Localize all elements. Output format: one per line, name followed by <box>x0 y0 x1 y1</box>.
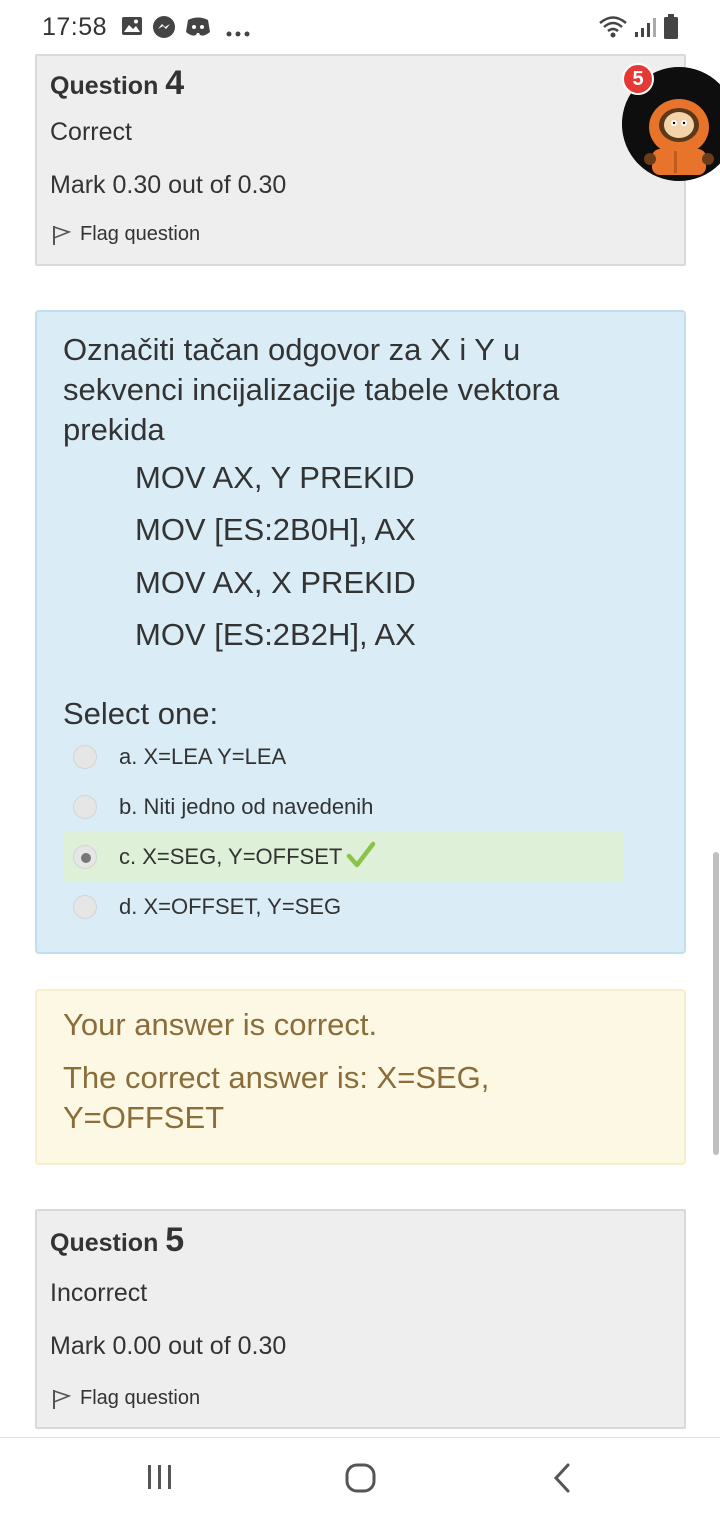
question-content: Označiti tačan odgovor za X i Y u sekven… <box>35 310 686 954</box>
messenger-icon <box>152 15 176 44</box>
question-title-prefix: Question <box>50 1229 159 1257</box>
recents-icon[interactable] <box>146 1462 174 1497</box>
option-label: b. Niti jedno od navedenih <box>119 794 374 819</box>
flag-icon <box>53 225 72 245</box>
radio-button[interactable] <box>73 845 97 869</box>
correct-answer-line: Y=OFFSET <box>63 1100 225 1135</box>
question-5-state: Incorrect <box>50 1279 148 1307</box>
question-5-mark: Mark 0.00 out of 0.30 <box>50 1332 287 1360</box>
question-5-flag[interactable]: Flag question <box>50 1387 200 1410</box>
question-number: 5 <box>165 1221 185 1259</box>
answer-option-d[interactable]: d. X=OFFSET, Y=SEG <box>63 882 624 932</box>
flag-question-label: Flag question <box>80 1387 201 1409</box>
radio-button[interactable] <box>73 745 97 769</box>
code-line: MOV [ES:2B0H], AX <box>135 512 416 547</box>
option-label: d. X=OFFSET, Y=SEG <box>119 894 342 919</box>
question-4-mark: Mark 0.30 out of 0.30 <box>50 171 287 199</box>
answer-option-b[interactable]: b. Niti jedno od navedenih <box>63 782 624 832</box>
select-one-label: Select one: <box>63 696 219 731</box>
home-icon[interactable] <box>345 1462 377 1499</box>
check-icon <box>346 841 376 874</box>
discord-icon <box>184 15 212 44</box>
notification-badge: 5 <box>622 63 654 95</box>
chat-head[interactable]: 5 <box>622 63 720 181</box>
flag-icon <box>53 1389 72 1409</box>
feedback-box: Your answer is correct. The correct answ… <box>35 989 686 1165</box>
code-line: MOV AX, X PREKID <box>135 565 416 600</box>
code-line: MOV AX, Y PREKID <box>135 460 415 495</box>
status-bar: 17:58 <box>0 0 720 54</box>
answer-option-c[interactable]: c. X=SEG, Y=OFFSET <box>63 832 624 882</box>
code-line: MOV [ES:2B2H], AX <box>135 617 416 652</box>
status-time: 17:58 <box>42 13 108 41</box>
option-label: c. X=SEG, Y=OFFSET <box>119 844 343 869</box>
scrollbar[interactable] <box>713 852 719 1155</box>
question-title-prefix: Question <box>50 72 159 100</box>
question-4-state: Correct <box>50 118 132 146</box>
question-5-info: Question 5 Incorrect Mark 0.00 out of 0.… <box>35 1209 686 1429</box>
question-number: 4 <box>165 64 185 102</box>
flag-question-label: Flag question <box>80 223 201 245</box>
question-4-info: Question 4 Correct Mark 0.30 out of 0.30… <box>35 54 686 266</box>
correct-answer-line: The correct answer is: X=SEG, <box>63 1060 490 1095</box>
navigation-bar <box>0 1437 720 1520</box>
feedback-message: Your answer is correct. <box>63 1007 378 1042</box>
gallery-icon <box>121 15 143 42</box>
question-4-title: Question 4 <box>50 64 184 103</box>
wifi-icon <box>598 14 628 45</box>
question-4-flag[interactable]: Flag question <box>50 223 200 246</box>
question-prompt: Označiti tačan odgovor za X i Y u sekven… <box>63 332 560 447</box>
radio-button[interactable] <box>73 895 97 919</box>
answer-option-a[interactable]: a. X=LEA Y=LEA <box>63 732 624 782</box>
more-icon <box>226 24 250 42</box>
signal-icon <box>634 16 656 43</box>
radio-button[interactable] <box>73 795 97 819</box>
battery-icon <box>663 14 679 45</box>
option-label: a. X=LEA Y=LEA <box>119 744 287 769</box>
back-icon[interactable] <box>550 1462 574 1499</box>
question-5-title: Question 5 <box>50 1221 184 1260</box>
